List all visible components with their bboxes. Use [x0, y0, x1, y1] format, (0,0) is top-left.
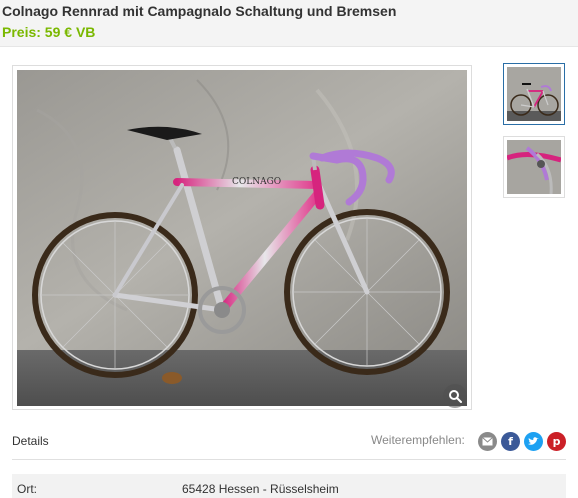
thumbnail-2[interactable] — [503, 136, 565, 198]
main-image-frame[interactable]: COLNAGO — [12, 65, 472, 410]
listing-price: Preis: 59 € VB — [2, 24, 96, 40]
facebook-icon[interactable]: f — [501, 432, 520, 451]
detail-row-location: Ort: 65428 Hessen - Rüsselsheim — [12, 474, 566, 498]
listing-header: Colnago Rennrad mit Campagnalo Schaltung… — [0, 0, 578, 47]
location-label: Ort: — [17, 482, 37, 496]
listing-title: Colnago Rennrad mit Campagnalo Schaltung… — [2, 3, 397, 19]
magnifier-icon[interactable] — [443, 384, 467, 408]
email-icon[interactable] — [478, 432, 497, 451]
thumbnail-1[interactable] — [503, 63, 565, 125]
share-icons: f p — [478, 432, 566, 451]
location-value: 65428 Hessen - Rüsselsheim — [182, 482, 339, 496]
listing-content: COLNAGO Details Weiterempfehlen: f p Ort… — [0, 52, 578, 498]
bike-photo: COLNAGO — [17, 70, 467, 406]
divider — [12, 459, 566, 460]
share-label: Weiterempfehlen: — [371, 433, 465, 447]
thumbnail-1-image — [507, 67, 561, 121]
main-image[interactable]: COLNAGO — [17, 70, 467, 406]
svg-text:COLNAGO: COLNAGO — [232, 177, 281, 187]
thumbnail-2-image — [507, 140, 561, 194]
details-heading: Details — [12, 434, 49, 448]
pinterest-icon[interactable]: p — [547, 432, 566, 451]
twitter-icon[interactable] — [524, 432, 543, 451]
